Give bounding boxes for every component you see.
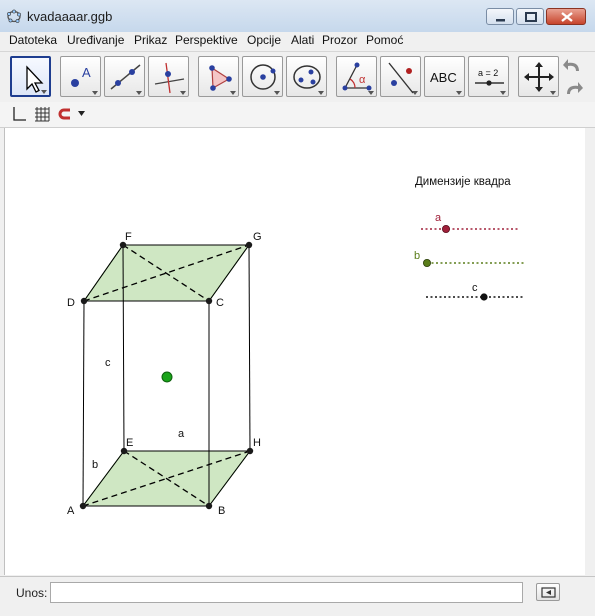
maximize-button[interactable] [516,8,544,25]
circle-tool[interactable] [242,56,283,97]
menu-prikaz[interactable]: Prikaz [134,33,167,47]
virtual-keyboard-icon [541,587,556,598]
slider-tool[interactable]: a = 2 [468,56,509,97]
window-title: kvadaaaar.ggb [27,9,113,24]
label-g: G [253,231,262,243]
virtual-keyboard-button[interactable] [536,583,560,601]
menu-pomoc[interactable]: Pomoć [366,33,403,47]
point-c[interactable] [205,297,213,305]
menu-opcije[interactable]: Opcije [247,33,281,47]
title-bar: kvadaaaar.ggb [0,0,595,33]
slider-b-label: b [414,250,420,262]
text-tool-glyph: ABC [430,70,457,85]
angle-tool[interactable]: α [336,56,377,97]
menu-bar: Datoteka Uređivanje Prikaz Perspektive O… [0,32,595,50]
label-b: B [218,505,225,517]
slider-c-label: c [472,282,478,294]
label-f: F [125,231,132,243]
move-view-tool[interactable] [518,56,559,97]
sliders-title: Димензије квадра [415,176,511,188]
menu-perspektive[interactable]: Perspektive [175,33,238,47]
label-e: E [126,437,133,449]
slider-a-label: a [435,212,442,224]
edge-label-c: c [105,357,111,369]
right-edge-strip [585,128,595,575]
undo-icon[interactable] [562,55,584,75]
magnet-snap-icon[interactable] [58,107,74,121]
menu-datoteka[interactable]: Datoteka [9,33,57,47]
input-field[interactable] [50,582,523,603]
line-tool[interactable] [104,56,145,97]
restore-icon [525,12,537,22]
menu-prozor[interactable]: Prozor [322,33,357,47]
label-h: H [253,437,261,449]
grid-icon[interactable] [34,106,50,122]
point-a[interactable] [79,502,87,510]
dropdown-arrow-icon[interactable] [78,111,86,117]
menu-alati[interactable]: Alati [291,33,314,47]
center-point[interactable] [161,371,173,383]
label-d: D [67,297,75,309]
point-tool[interactable]: A [60,56,101,97]
edge-label-a: a [178,428,185,440]
point-g[interactable] [245,241,253,249]
label-c: C [216,297,224,309]
reflect-tool[interactable] [380,56,421,97]
point-b[interactable] [205,502,213,510]
slider-b[interactable]: b [414,250,525,267]
angle-tool-glyph: α [359,74,366,86]
menu-uredjivanje[interactable]: Uređivanje [67,33,124,47]
graphics-view[interactable]: A B H E D C G F a b c Димензије квадра a… [4,128,586,575]
input-bar: Unos: [0,576,595,616]
input-label: Unos: [16,586,48,600]
toolbar: A α ABC a = 2 [0,51,595,103]
move-tool[interactable] [10,56,51,97]
close-icon [561,12,573,22]
edge-label-b: b [92,459,98,471]
axes-icon[interactable] [11,106,27,122]
slider-a[interactable]: a [421,212,519,234]
slider-tool-glyph: a = 2 [478,68,498,78]
text-tool[interactable]: ABC [424,56,465,97]
slider-c[interactable]: c [426,282,524,301]
minimize-button[interactable] [486,8,514,25]
close-button[interactable] [546,8,586,25]
geometry-drawing[interactable]: A B H E D C G F a b c Димензије квадра a… [5,128,585,575]
minimize-icon [496,19,505,22]
redo-icon[interactable] [562,78,584,98]
geogebra-app-icon [7,9,21,23]
ellipse-tool[interactable] [286,56,327,97]
point-d[interactable] [80,297,88,305]
point-tool-glyph: A [82,65,91,80]
polygon-tool[interactable] [198,56,239,97]
perpendicular-tool[interactable] [148,56,189,97]
label-a: A [67,505,75,517]
style-bar [0,102,595,128]
